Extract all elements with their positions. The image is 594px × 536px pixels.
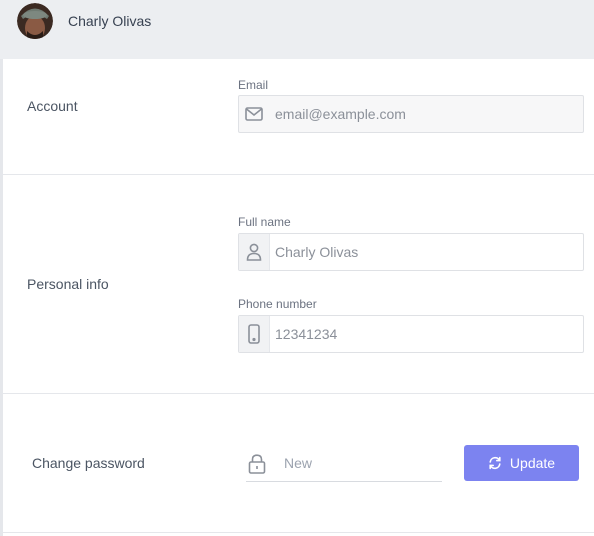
change-password-section-label: Change password — [32, 455, 145, 471]
update-button-label: Update — [509, 455, 556, 471]
refresh-icon — [488, 456, 502, 470]
account-section-label: Account — [27, 98, 78, 114]
update-button[interactable]: Update — [464, 445, 579, 481]
section-divider — [3, 532, 594, 533]
new-password-field[interactable] — [246, 444, 442, 482]
email-field[interactable] — [238, 95, 584, 133]
full-name-label: Full name — [238, 215, 291, 229]
avatar — [17, 3, 53, 39]
left-border — [0, 59, 3, 536]
phone-number-label: Phone number — [238, 297, 317, 311]
email-label: Email — [238, 78, 269, 92]
user-icon — [239, 234, 270, 270]
profile-header: Charly Olivas — [0, 0, 594, 59]
phone-number-input[interactable] — [275, 316, 571, 352]
header-user-name: Charly Olivas — [68, 13, 152, 29]
section-divider — [3, 393, 594, 394]
personal-info-section-label: Personal info — [27, 276, 109, 292]
phone-number-field[interactable] — [238, 315, 584, 353]
lock-icon — [246, 453, 268, 475]
section-divider — [3, 174, 594, 175]
email-input[interactable] — [275, 96, 571, 132]
mail-icon — [239, 96, 269, 132]
phone-icon — [239, 316, 270, 352]
full-name-field[interactable] — [238, 233, 584, 271]
full-name-input[interactable] — [275, 234, 571, 270]
new-password-input[interactable] — [284, 444, 434, 481]
